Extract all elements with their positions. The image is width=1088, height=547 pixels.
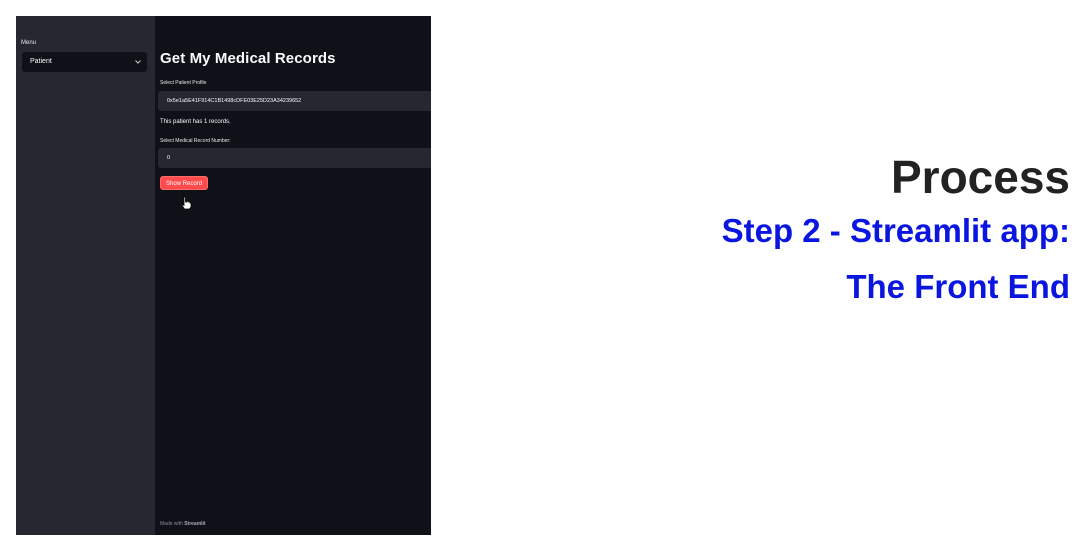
footer-brand[interactable]: Streamlit — [184, 521, 205, 527]
footer: Made with Streamlit — [160, 521, 206, 527]
patient-profile-value: 0x5e1a5E41F914C1B1498cDFE03E25D23A342396… — [167, 98, 302, 104]
sidebar: Menu Patient — [16, 16, 155, 535]
show-record-button[interactable]: Show Record — [160, 176, 208, 190]
record-number-input[interactable]: 0 — [158, 148, 431, 168]
slide-title: Process — [890, 151, 1070, 203]
page-title: Get My Medical Records — [160, 50, 336, 67]
menu-select[interactable]: Patient — [22, 52, 147, 72]
record-count-text: This patient has 1 records. — [160, 119, 231, 125]
hand-cursor-icon — [181, 196, 192, 210]
chevron-down-icon — [135, 60, 141, 64]
patient-profile-input[interactable]: 0x5e1a5E41F914C1B1498cDFE03E25D23A342396… — [158, 91, 431, 111]
slide-subtitle-line1: Step 2 - Streamlit app: — [721, 212, 1070, 249]
menu-select-value: Patient — [30, 58, 52, 65]
slide-subtitle-line2: The Front End — [846, 268, 1070, 305]
streamlit-app-screenshot: Menu Patient Get My Medical Records Sele… — [16, 16, 431, 535]
footer-prefix: Made with — [160, 521, 183, 527]
menu-label: Menu — [21, 40, 37, 46]
profile-label: Select Patient Profile — [160, 80, 207, 86]
record-number-label: Select Medical Record Number: — [160, 138, 231, 144]
main-content: Get My Medical Records Select Patient Pr… — [155, 16, 431, 535]
record-number-value: 0 — [167, 155, 171, 161]
